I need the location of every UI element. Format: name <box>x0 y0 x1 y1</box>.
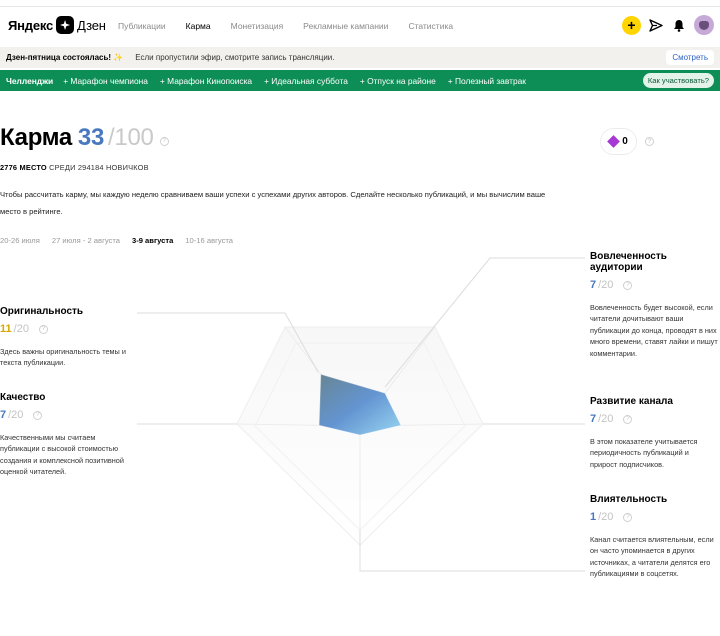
help-icon[interactable]: ? <box>38 324 48 334</box>
rank-among: СРЕДИ 294184 НОВИЧКОВ <box>46 163 149 172</box>
challenge-item[interactable]: + Марафон чемпиона <box>63 76 148 86</box>
metric-title: Оригинальность <box>0 306 84 317</box>
metric-score-total: /20 <box>598 279 614 291</box>
week-selector: 20-26 июля 27 июля - 2 августа 3-9 авгус… <box>0 236 245 245</box>
nav-karma[interactable]: Карма <box>186 21 211 31</box>
metric-score: 1 /20 ? <box>590 511 720 523</box>
metric-title: Развитие канала <box>590 396 673 407</box>
karma-title-label: Карма <box>0 124 72 151</box>
metric-score-total: /20 <box>598 413 614 425</box>
help-icon[interactable]: ? <box>623 512 633 522</box>
challenge-item[interactable]: + Отпуск на районе <box>360 76 436 86</box>
gems-value: 0 <box>622 136 628 147</box>
radar-background <box>236 326 484 546</box>
week-tab-active[interactable]: 3-9 августа <box>132 236 173 245</box>
metric-score-value: 7 <box>590 279 597 291</box>
how-to-participate-button[interactable]: Как участвовать? <box>642 73 714 88</box>
metric-score: 7 /20 ? <box>590 279 720 291</box>
logo-name: Дзен <box>77 17 106 33</box>
metric-description: Канал считается влиятельным, если он час… <box>590 535 714 579</box>
page-title: Карма 33 /100 ? <box>0 124 169 152</box>
challenges-bar: Челленджи + Марафон чемпиона + Марафон К… <box>0 70 720 91</box>
metric-channel-growth: Развитие канала 7 /20 ? В этом показател… <box>590 396 710 470</box>
help-icon[interactable]: ? <box>623 414 633 424</box>
metric-score: 7 /20 ? <box>590 413 710 425</box>
bell-icon[interactable] <box>671 17 687 33</box>
metric-score: 7 /20 ? <box>0 409 132 421</box>
metric-originality: Оригинальность 11 /20 ? Здесь важны ориг… <box>0 306 132 369</box>
gem-icon <box>607 135 621 148</box>
challenge-item[interactable]: + Полезный завтрак <box>448 76 526 86</box>
send-icon[interactable] <box>648 17 664 33</box>
avatar[interactable] <box>694 15 714 35</box>
zen-star-icon <box>56 16 75 34</box>
metric-score-value: 7 <box>590 413 597 425</box>
rank-place: 2776 МЕСТО <box>0 163 47 172</box>
nav-monetization[interactable]: Монетизация <box>231 21 284 31</box>
help-icon[interactable]: ? <box>159 136 169 146</box>
main-nav: Публикации Карма Монетизация Рекламные к… <box>118 21 473 31</box>
announcement-text: Если пропустили эфир, смотрите запись тр… <box>135 53 335 62</box>
metric-score: 11 /20 ? <box>0 323 132 335</box>
header-actions: + <box>622 15 714 35</box>
karma-total: /100 <box>108 124 154 151</box>
rank-text: 2776 МЕСТО СРЕДИ 294184 НОВИЧКОВ <box>0 163 149 172</box>
metric-description: Вовлеченность будет высокой, если читате… <box>590 303 718 358</box>
week-tab[interactable]: 27 июля - 2 августа <box>52 236 120 245</box>
nav-statistics[interactable]: Статистика <box>408 21 453 31</box>
create-plus-button[interactable]: + <box>622 15 641 35</box>
watch-button[interactable]: Смотреть <box>666 50 714 65</box>
karma-score: 33 <box>77 124 105 151</box>
metric-title: Качество <box>0 392 46 403</box>
metric-title: Влиятельность <box>590 494 668 505</box>
challenge-item[interactable]: + Идеальная суббота <box>264 76 348 86</box>
challenge-item[interactable]: + Марафон Кинопоиска <box>160 76 252 86</box>
help-icon[interactable]: ? <box>645 137 654 146</box>
metric-score-total: /20 <box>598 511 614 523</box>
top-header: Яндекс Дзен Публикации Карма Монетизация… <box>0 6 720 46</box>
challenges-label: Челленджи <box>6 75 54 86</box>
metric-score-value: 1 <box>590 511 597 523</box>
metric-score-total: /20 <box>13 323 29 335</box>
metric-influence: Влиятельность 1 /20 ? Канал считается вл… <box>590 494 720 580</box>
metric-description: Здесь важны оригинальность темы и текста… <box>0 347 126 368</box>
metric-description: Качественными мы считаем публикации с вы… <box>0 433 124 477</box>
metric-description: В этом показателе учитывается периодично… <box>590 437 698 469</box>
metric-engagement: Вовлеченность аудитории 7 /20 ? Вовлечен… <box>590 251 720 359</box>
announcement-title: Дзен-пятница состоялась! ✨ <box>6 53 124 62</box>
help-icon[interactable]: ? <box>33 410 43 420</box>
metric-title: Вовлеченность аудитории <box>590 251 667 273</box>
metric-score-total: /20 <box>8 409 24 421</box>
announcement-banner: Дзен-пятница состоялась! ✨ Если пропусти… <box>0 47 720 68</box>
nav-publications[interactable]: Публикации <box>118 21 166 31</box>
metric-score-value: 11 <box>0 323 12 335</box>
logo-brand: Яндекс <box>8 17 54 33</box>
metric-quality: Качество 7 /20 ? Качественными мы считае… <box>0 392 132 478</box>
help-icon[interactable]: ? <box>623 280 633 290</box>
nav-ad-campaigns[interactable]: Рекламные кампании <box>303 21 388 31</box>
metric-score-value: 7 <box>0 409 7 421</box>
karma-description: Чтобы рассчитать карму, мы каждую неделю… <box>0 190 546 216</box>
gems-counter[interactable]: 0 <box>600 128 637 155</box>
yandex-zen-logo[interactable]: Яндекс Дзен <box>8 16 106 34</box>
week-tab[interactable]: 10-16 августа <box>185 236 233 245</box>
week-tab[interactable]: 20-26 июля <box>0 236 40 245</box>
